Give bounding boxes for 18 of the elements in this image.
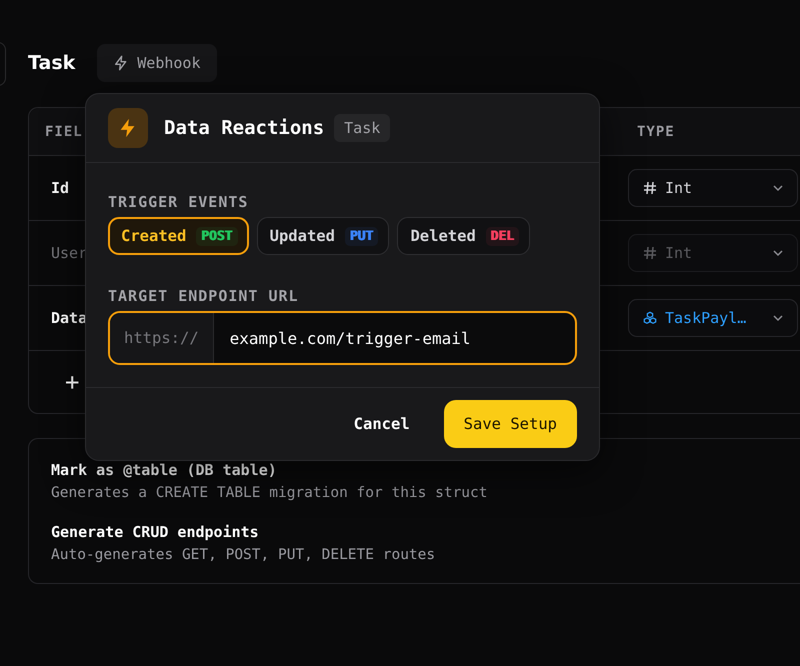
dialog-title: Data Reactions: [164, 117, 324, 139]
option-description: Auto-generates GET, POST, PUT, DELETE routes: [51, 547, 436, 563]
option-description: Generates a CREATE TABLE migration for this struct: [51, 485, 488, 501]
field-name: User: [50, 244, 88, 262]
struct-badge: Task: [334, 114, 390, 142]
page-title: Task: [28, 52, 76, 74]
url-prefix: https://: [110, 313, 214, 363]
method-tag: POST: [196, 226, 238, 246]
column-header: FIEL: [44, 124, 83, 140]
method-tag: DEL: [486, 226, 520, 246]
field-name: Id: [50, 179, 70, 197]
column-header: TYPE: [636, 124, 675, 140]
method-tag: PUT: [344, 226, 378, 246]
option-title: Mark as @table (DB table): [51, 461, 278, 479]
field-name: Data: [50, 309, 88, 327]
section-label: TRIGGER EVENTS: [108, 193, 250, 211]
section-label: TARGET ENDPOINT URL: [108, 287, 300, 305]
option-title: Generate CRUD endpoints: [51, 523, 260, 541]
